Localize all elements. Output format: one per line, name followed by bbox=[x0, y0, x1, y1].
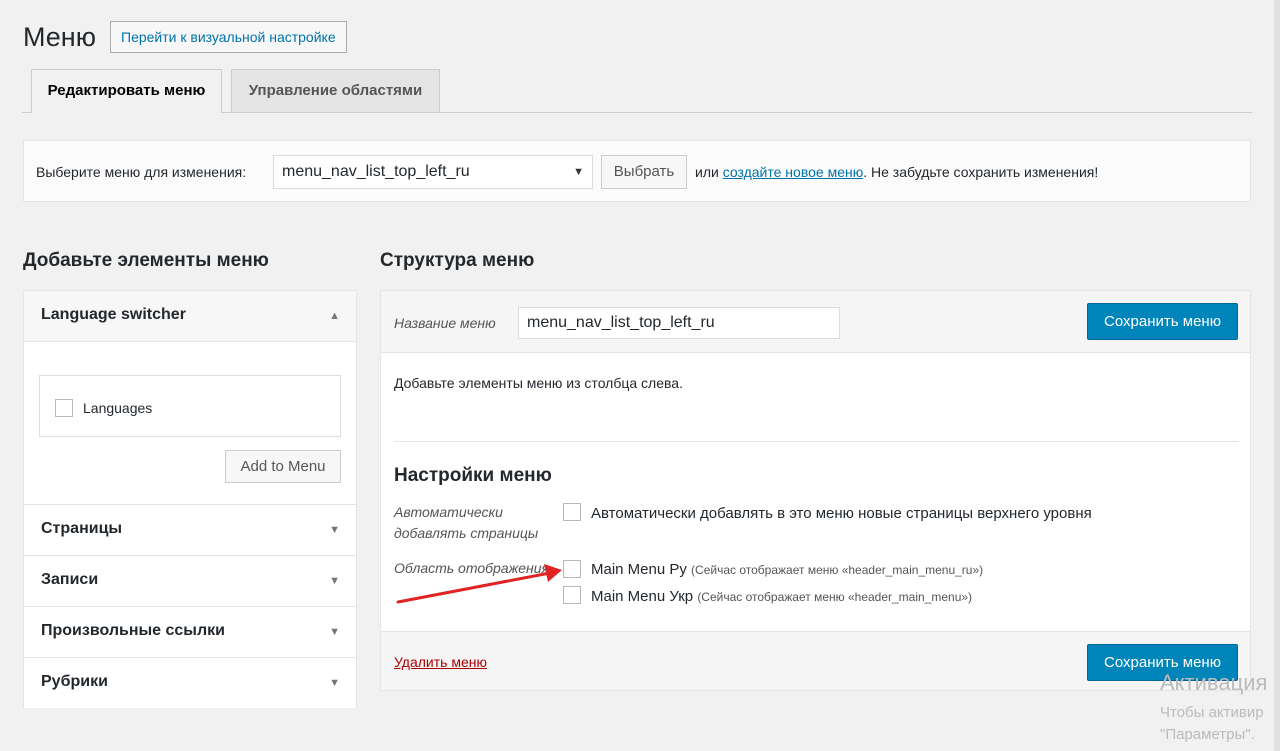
accordion-title: Страницы bbox=[41, 520, 123, 537]
delete-menu-link[interactable]: Удалить меню bbox=[394, 654, 487, 670]
add-items-accordion: Language switcher ▲ Languages Add to Men… bbox=[23, 290, 357, 708]
select-button[interactable]: Выбрать bbox=[601, 155, 687, 189]
accordion-title: Записи bbox=[41, 571, 99, 588]
caret-down-icon: ▼ bbox=[329, 626, 340, 638]
tab-manage-locations[interactable]: Управление областями bbox=[231, 69, 440, 112]
location-note: (Сейчас отображает меню «header_main_men… bbox=[697, 590, 973, 604]
add-to-menu-button[interactable]: Add to Menu bbox=[225, 450, 341, 483]
structure-footer: Удалить меню Сохранить меню bbox=[381, 631, 1250, 690]
select-menu-note: или создайте новое меню. Не забудьте сох… bbox=[695, 164, 1098, 180]
location-note: (Сейчас отображает меню «header_main_men… bbox=[691, 563, 984, 577]
menu-name-input[interactable]: menu_nav_list_top_left_ru bbox=[518, 307, 840, 339]
activation-watermark-title: Активация bbox=[1160, 670, 1268, 695]
location-name: Main Menu Ру bbox=[591, 561, 687, 578]
structure-heading: Структура меню bbox=[380, 250, 535, 271]
menu-structure-panel: Название меню menu_nav_list_top_left_ru … bbox=[380, 290, 1251, 691]
select-menu-label: Выберите меню для изменения: bbox=[36, 164, 247, 180]
add-items-heading: Добавьте элементы меню bbox=[23, 250, 269, 271]
caret-down-icon: ▼ bbox=[329, 524, 340, 536]
accordion-posts[interactable]: Записи ▼ bbox=[24, 555, 356, 606]
structure-hint: Добавьте элементы меню из столбца слева. bbox=[394, 375, 683, 391]
languages-checkbox[interactable] bbox=[55, 399, 73, 417]
accordion-title: Произвольные ссылки bbox=[41, 622, 225, 639]
accordion-language-switcher[interactable]: Language switcher ▲ bbox=[24, 291, 356, 342]
accordion-categories[interactable]: Рубрики ▼ bbox=[24, 657, 356, 708]
tab-edit-menu[interactable]: Редактировать меню bbox=[31, 69, 222, 113]
create-new-menu-link[interactable]: создайте новое меню bbox=[723, 164, 864, 180]
page-scrollbar[interactable] bbox=[1274, 0, 1280, 751]
caret-down-icon: ▼ bbox=[329, 575, 340, 587]
annotation-arrow-icon bbox=[396, 564, 562, 604]
caret-down-icon: ▼ bbox=[573, 166, 584, 178]
save-menu-button-top[interactable]: Сохранить меню bbox=[1087, 303, 1238, 340]
languages-list-box: Languages bbox=[39, 375, 341, 437]
page-title: Меню bbox=[23, 22, 96, 52]
menu-select-dropdown[interactable]: menu_nav_list_top_left_ru ▼ bbox=[273, 155, 593, 189]
languages-label: Languages bbox=[83, 400, 153, 416]
activation-watermark-line: "Параметры". bbox=[1160, 726, 1255, 743]
accordion-title: Language switcher bbox=[41, 306, 186, 323]
activation-watermark-line: Чтобы активир bbox=[1160, 704, 1264, 721]
note-prefix: или bbox=[695, 164, 719, 180]
accordion-pages[interactable]: Страницы ▼ bbox=[24, 504, 356, 555]
structure-header: Название меню menu_nav_list_top_left_ru … bbox=[381, 291, 1250, 353]
menu-name-label: Название меню bbox=[394, 315, 496, 331]
note-suffix: . Не забудьте сохранить изменения! bbox=[863, 164, 1099, 180]
auto-add-text: Автоматически добавлять в это меню новые… bbox=[591, 505, 1092, 522]
menu-settings-title: Настройки меню bbox=[394, 465, 552, 486]
auto-add-label: Автоматически добавлять страницы bbox=[394, 504, 539, 541]
select-menu-box: Выберите меню для изменения: menu_nav_li… bbox=[23, 140, 1251, 202]
divider bbox=[394, 441, 1239, 442]
auto-add-checkbox[interactable] bbox=[563, 503, 581, 521]
menu-select-value: menu_nav_list_top_left_ru bbox=[282, 163, 470, 180]
location-name: Main Menu Укр bbox=[591, 588, 694, 605]
tab-bar: Редактировать меню Управление областями bbox=[22, 68, 1252, 113]
caret-up-icon: ▲ bbox=[329, 310, 340, 322]
location-main-menu-ukr: Main Menu Укр (Сейчас отображает меню «h… bbox=[591, 588, 972, 605]
accordion-title: Рубрики bbox=[41, 673, 108, 690]
location-main-menu-ru: Main Menu Ру (Сейчас отображает меню «he… bbox=[591, 561, 983, 578]
accordion-custom-links[interactable]: Произвольные ссылки ▼ bbox=[24, 606, 356, 657]
caret-down-icon: ▼ bbox=[329, 677, 340, 689]
visual-customizer-button[interactable]: Перейти к визуальной настройке bbox=[110, 21, 347, 53]
